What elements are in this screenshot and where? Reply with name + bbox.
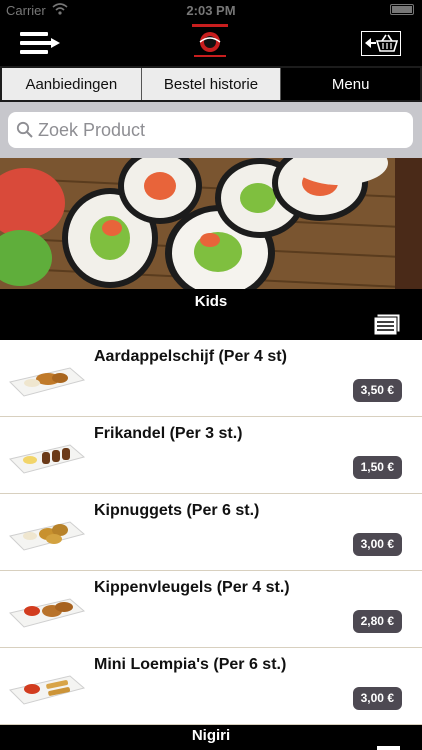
menu-arrow-icon[interactable] <box>20 30 62 56</box>
product-image <box>9 444 86 474</box>
list-item[interactable]: Kippenvleugels (Per 4 st.) 2,80 € <box>0 571 422 648</box>
search-input[interactable] <box>38 116 398 144</box>
product-name: Mini Loempia's (Per 6 st.) <box>94 656 287 673</box>
price-badge: 3,00 € <box>352 533 402 556</box>
tab-aanbiedingen[interactable]: Aanbiedingen <box>2 68 142 100</box>
price-badge: 3,50 € <box>352 379 402 402</box>
product-name: Kippenvleugels (Per 4 st.) <box>94 579 290 596</box>
segmented-tabs: Aanbiedingen Bestel historie Menu <box>0 66 422 102</box>
product-image <box>9 675 86 705</box>
tab-bestel-historie[interactable]: Bestel historie <box>141 68 282 100</box>
product-name: Aardappelschijf (Per 4 st) <box>94 348 287 365</box>
tab-menu[interactable]: Menu <box>281 68 421 100</box>
battery-icon <box>390 4 414 15</box>
product-image <box>9 521 86 551</box>
status-bar: Carrier 2:03 PM <box>0 0 422 20</box>
list-item[interactable]: Frikandel (Per 3 st.) 1,50 € <box>0 417 422 494</box>
list-item[interactable]: Mini Loempia's (Per 6 st.) 3,00 € <box>0 648 422 725</box>
list-item[interactable]: Kipnuggets (Per 6 st.) 3,00 € <box>0 494 422 571</box>
list-view-icon[interactable] <box>374 746 402 750</box>
list-item[interactable]: Aardappelschijf (Per 4 st) 3,50 € <box>0 340 422 417</box>
search-field[interactable] <box>8 112 413 148</box>
category-title: Nigiri <box>191 727 231 744</box>
basket-back-icon[interactable] <box>361 31 401 56</box>
product-image <box>9 367 86 397</box>
product-name: Kipnuggets (Per 6 st.) <box>94 502 260 519</box>
price-badge: 2,80 € <box>352 610 402 633</box>
product-name: Frikandel (Per 3 st.) <box>94 425 243 442</box>
price-badge: 1,50 € <box>352 456 402 479</box>
category-header-nigiri[interactable]: Nigiri <box>0 725 422 750</box>
product-image <box>9 598 86 628</box>
restaurant-logo[interactable] <box>186 20 234 62</box>
search-icon <box>16 121 33 138</box>
category-title: Kids <box>194 293 228 310</box>
product-list: Aardappelschijf (Per 4 st) 3,50 € Frikan… <box>0 340 422 725</box>
search-bar <box>0 102 422 158</box>
price-badge: 3,00 € <box>352 687 402 710</box>
sushi-rolls-photo <box>0 158 422 289</box>
list-view-icon[interactable] <box>374 314 402 336</box>
category-header-kids[interactable]: Kids <box>0 289 422 340</box>
clock-label: 2:03 PM <box>186 3 236 18</box>
